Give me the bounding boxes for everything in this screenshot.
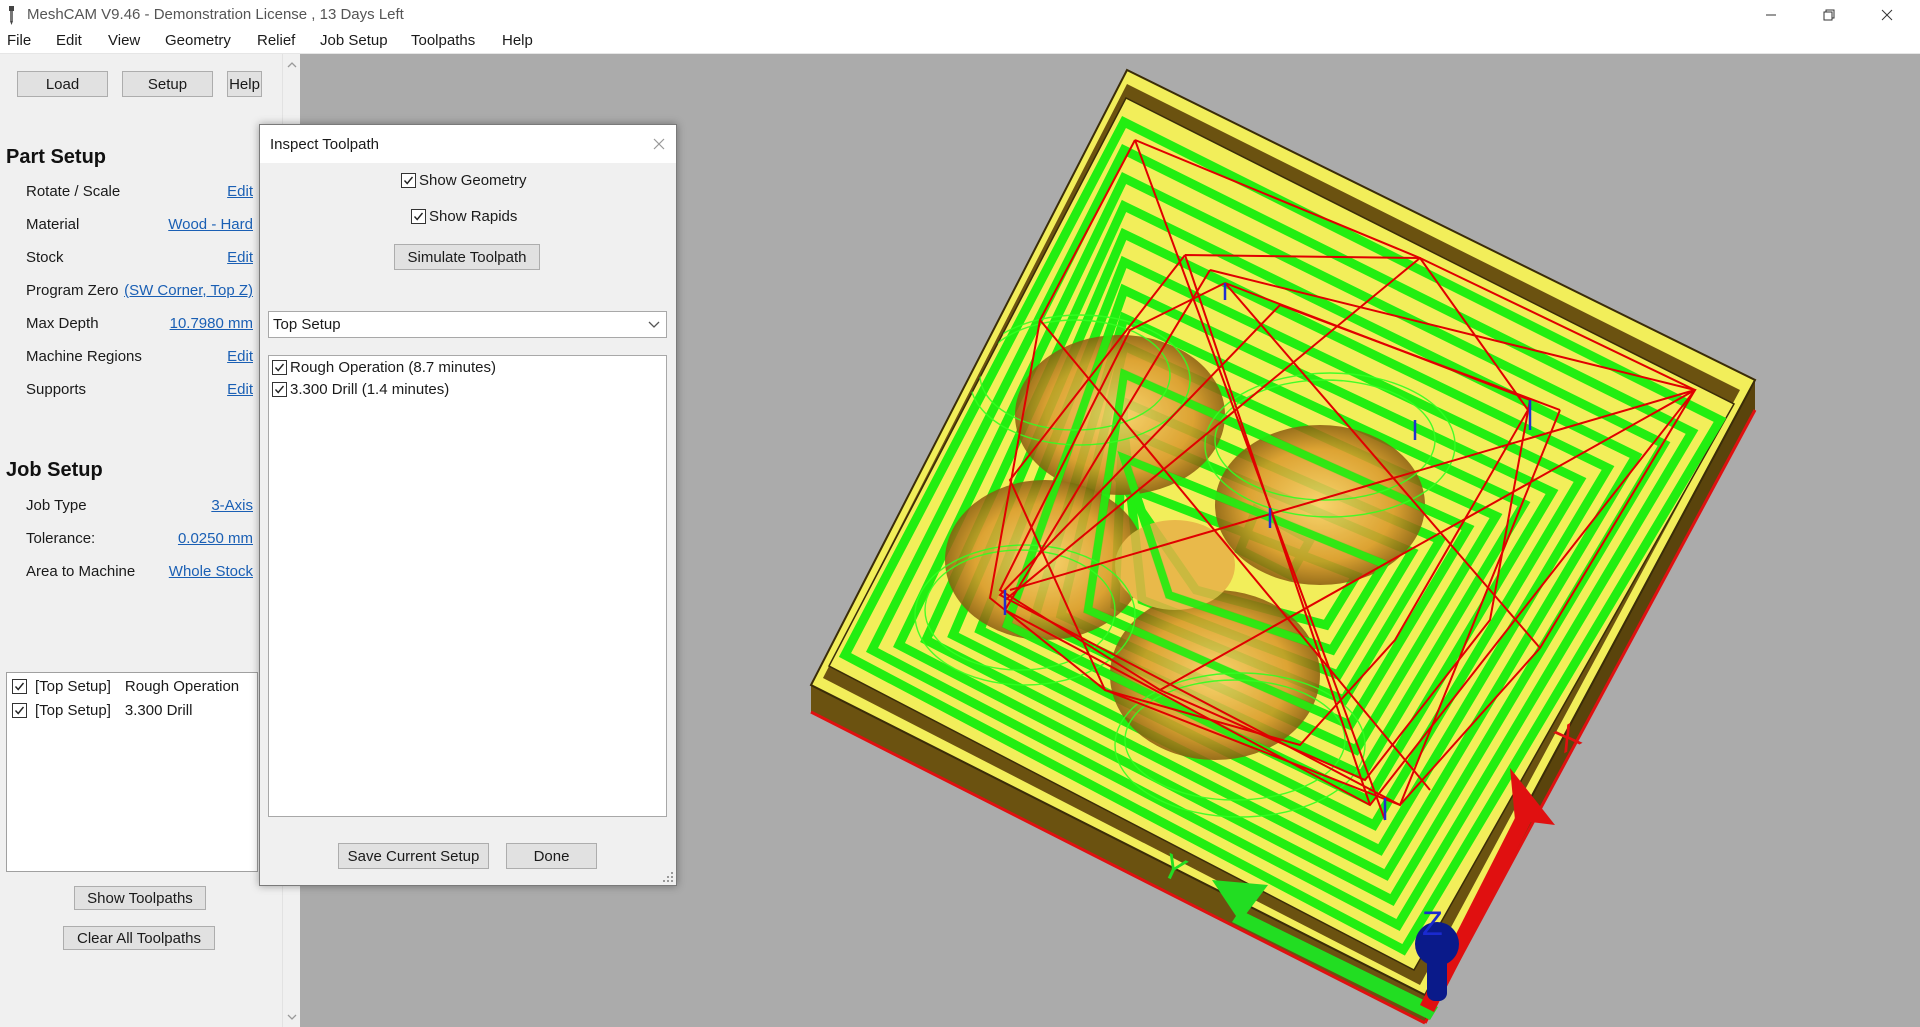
prop-row-material: Material Wood - Hard — [0, 216, 253, 236]
show-rapids-label: Show Rapids — [429, 208, 518, 225]
toolpath-checkbox[interactable] — [272, 382, 287, 397]
setup-select[interactable]: Top Setup — [268, 311, 667, 338]
operations-list[interactable]: [Top Setup] Rough Operation [Top Setup] … — [6, 672, 258, 872]
setup-select-value: Top Setup — [273, 316, 341, 333]
restore-icon — [1823, 9, 1835, 21]
menu-file[interactable]: File — [7, 32, 31, 49]
part-setup-title: Part Setup — [6, 146, 107, 168]
scroll-down-icon[interactable] — [287, 1012, 297, 1022]
prop-row-rotate-scale: Rotate / Scale Edit — [0, 183, 253, 203]
show-geometry-option[interactable]: Show Geometry — [401, 172, 527, 189]
operation-setup-tag: [Top Setup] — [35, 701, 111, 719]
chevron-down-icon — [648, 321, 660, 328]
close-window-button[interactable] — [1858, 0, 1916, 30]
prop-label: Supports — [26, 381, 87, 398]
list-item[interactable]: 3.300 Drill (1.4 minutes) — [272, 381, 449, 398]
menu-geometry[interactable]: Geometry — [165, 32, 231, 49]
checkmark-icon — [14, 706, 25, 715]
checkmark-icon — [413, 212, 424, 221]
operation-name: Rough Operation — [124, 677, 240, 695]
save-current-setup-button[interactable]: Save Current Setup — [338, 843, 489, 869]
checkmark-icon — [274, 363, 285, 372]
operation-name: 3.300 Drill — [124, 701, 193, 719]
list-item[interactable]: [Top Setup] Rough Operation — [12, 676, 239, 696]
prop-row-supports: Supports Edit — [0, 381, 253, 401]
tolerance-link[interactable]: 0.0250 mm — [178, 530, 253, 547]
prop-label: Max Depth — [26, 315, 99, 332]
rotate-scale-edit-link[interactable]: Edit — [227, 183, 253, 200]
setup-button[interactable]: Setup — [122, 71, 213, 97]
dialog-titlebar[interactable]: Inspect Toolpath — [260, 125, 676, 163]
stock-edit-link[interactable]: Edit — [227, 249, 253, 266]
program-zero-link[interactable]: (SW Corner, Top Z) — [124, 282, 253, 299]
list-item[interactable]: [Top Setup] 3.300 Drill — [12, 700, 192, 720]
show-rapids-checkbox[interactable] — [411, 209, 426, 224]
operation-checkbox[interactable] — [12, 702, 27, 718]
prop-row-tolerance: Tolerance: 0.0250 mm — [0, 530, 253, 550]
menu-bar: File Edit View Geometry Relief Job Setup… — [0, 30, 1920, 54]
minimize-icon — [1766, 14, 1776, 16]
toolpath-label: 3.300 Drill (1.4 minutes) — [290, 381, 450, 398]
job-setup-title: Job Setup — [6, 459, 103, 481]
clear-all-toolpaths-button[interactable]: Clear All Toolpaths — [63, 926, 215, 950]
prop-label: Tolerance: — [26, 530, 96, 547]
toolpath-list[interactable]: Rough Operation (8.7 minutes) 3.300 Dril… — [268, 355, 667, 817]
help-button[interactable]: Help — [227, 71, 262, 97]
menu-toolpaths[interactable]: Toolpaths — [411, 32, 475, 49]
material-link[interactable]: Wood - Hard — [168, 216, 253, 233]
toolpath-checkbox[interactable] — [272, 360, 287, 375]
machine-regions-edit-link[interactable]: Edit — [227, 348, 253, 365]
close-icon[interactable] — [652, 137, 666, 151]
prop-row-job-type: Job Type 3-Axis — [0, 497, 253, 517]
job-type-link[interactable]: 3-Axis — [211, 497, 253, 514]
show-geometry-label: Show Geometry — [419, 172, 527, 189]
list-item[interactable]: Rough Operation (8.7 minutes) — [272, 359, 496, 376]
restore-button[interactable] — [1800, 0, 1858, 30]
menu-view[interactable]: View — [108, 32, 140, 49]
load-button[interactable]: Load — [17, 71, 108, 97]
menu-job-setup[interactable]: Job Setup — [320, 32, 388, 49]
prop-label: Rotate / Scale — [26, 183, 121, 200]
left-panel: Load Setup Help Part Setup Rotate / Scal… — [0, 54, 282, 1027]
prop-row-program-zero: Program Zero (SW Corner, Top Z) — [0, 282, 253, 302]
resize-grip-icon[interactable] — [662, 871, 674, 883]
title-bar: MeshCAM V9.46 - Demonstration License , … — [0, 0, 1920, 30]
done-button[interactable]: Done — [506, 843, 597, 869]
dialog-title: Inspect Toolpath — [270, 136, 379, 153]
max-depth-link[interactable]: 10.7980 mm — [170, 315, 253, 332]
operation-checkbox[interactable] — [12, 678, 27, 694]
prop-label: Stock — [26, 249, 64, 266]
prop-label: Area to Machine — [26, 563, 136, 580]
simulate-toolpath-button[interactable]: Simulate Toolpath — [394, 244, 540, 270]
close-icon — [1881, 9, 1893, 21]
window-title: MeshCAM V9.46 - Demonstration License , … — [27, 6, 404, 23]
area-to-machine-link[interactable]: Whole Stock — [169, 563, 253, 580]
prop-label: Job Type — [26, 497, 87, 514]
menu-edit[interactable]: Edit — [56, 32, 82, 49]
checkmark-icon — [274, 385, 285, 394]
z-axis-label: Z — [1422, 905, 1443, 943]
show-rapids-option[interactable]: Show Rapids — [411, 208, 517, 225]
prop-row-stock: Stock Edit — [0, 249, 253, 269]
scroll-up-icon[interactable] — [287, 60, 297, 70]
minimize-button[interactable] — [1742, 0, 1800, 30]
operation-setup-tag: [Top Setup] — [35, 677, 111, 695]
toolpath-label: Rough Operation (8.7 minutes) — [290, 359, 496, 376]
menu-help[interactable]: Help — [502, 32, 533, 49]
show-toolpaths-button[interactable]: Show Toolpaths — [74, 886, 206, 910]
meshcam-app-icon — [9, 6, 14, 25]
supports-edit-link[interactable]: Edit — [227, 381, 253, 398]
prop-label: Machine Regions — [26, 348, 142, 365]
prop-row-machine-regions: Machine Regions Edit — [0, 348, 253, 368]
prop-label: Material — [26, 216, 80, 233]
prop-label: Program Zero — [26, 282, 119, 299]
show-geometry-checkbox[interactable] — [401, 173, 416, 188]
menu-relief[interactable]: Relief — [257, 32, 295, 49]
prop-row-area-to-machine: Area to Machine Whole Stock — [0, 563, 253, 583]
prop-row-max-depth: Max Depth 10.7980 mm — [0, 315, 253, 335]
checkmark-icon — [14, 682, 25, 691]
inspect-toolpath-dialog: Inspect Toolpath Show Geometry Show Rapi… — [259, 124, 677, 886]
checkmark-icon — [403, 176, 414, 185]
